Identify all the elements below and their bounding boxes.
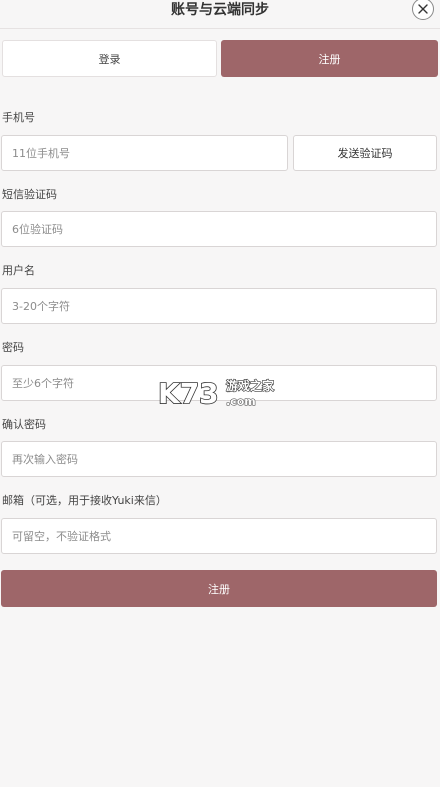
sms-code-label: 短信验证码 <box>2 188 57 201</box>
username-label: 用户名 <box>2 264 35 277</box>
title-bar: 账号与云端同步 <box>0 0 440 29</box>
register-submit-button[interactable]: 注册 <box>1 570 437 607</box>
password-label: 密码 <box>2 341 24 354</box>
dialog-title: 账号与云端同步 <box>171 2 269 18</box>
auth-tabs: 登录 注册 <box>2 40 438 77</box>
close-icon <box>418 4 428 14</box>
email-input[interactable] <box>1 518 437 554</box>
tab-login[interactable]: 登录 <box>2 40 217 77</box>
tab-register[interactable]: 注册 <box>221 40 438 77</box>
username-input[interactable] <box>1 288 437 324</box>
phone-input[interactable] <box>1 135 288 171</box>
confirm-password-label: 确认密码 <box>2 418 46 431</box>
email-label: 邮箱（可选，用于接收Yuki来信） <box>2 494 167 507</box>
sms-code-input[interactable] <box>1 211 437 247</box>
password-input[interactable] <box>1 365 437 401</box>
confirm-password-input[interactable] <box>1 441 437 477</box>
send-code-button[interactable]: 发送验证码 <box>293 135 437 171</box>
phone-label: 手机号 <box>2 111 35 124</box>
